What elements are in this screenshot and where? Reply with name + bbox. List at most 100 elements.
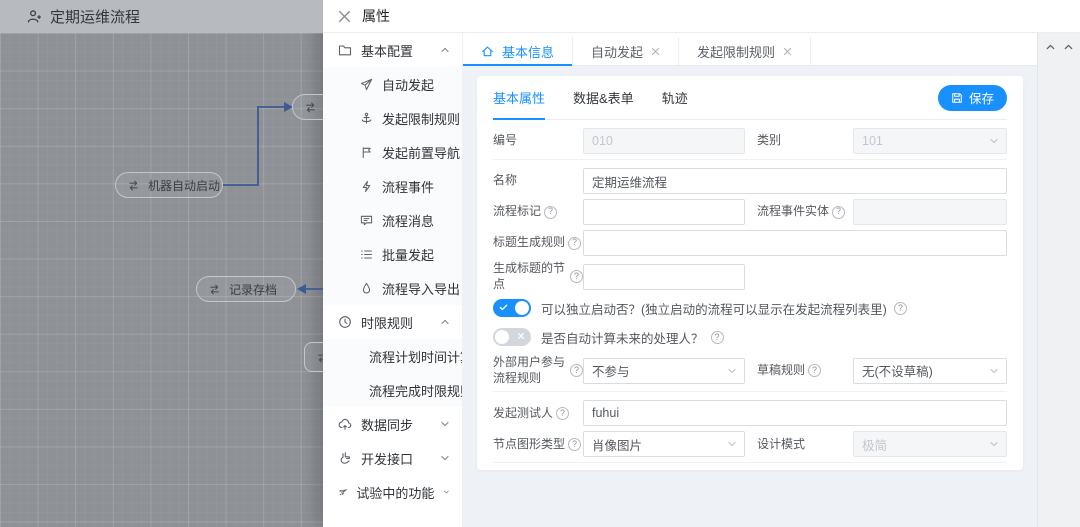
form-row-name: 名称 [493, 168, 1007, 194]
properties-menu: 基本配置 自动发起 发起限制规则 发起前置导航 [323, 33, 463, 527]
chevron-up-icon [440, 317, 450, 327]
lightning-icon [360, 180, 373, 193]
flow-canvas[interactable]: 定期运维流程 机器自动启动 记录存档 [0, 0, 323, 527]
tester-input[interactable] [583, 400, 1007, 426]
help-icon[interactable]: ? [570, 270, 583, 283]
droplet-icon [360, 282, 373, 295]
category-select-value[interactable] [853, 128, 1007, 154]
help-icon[interactable]: ? [570, 364, 583, 377]
send-icon [360, 78, 373, 91]
draft-rule-select-value[interactable] [853, 358, 1007, 384]
menu-subgroup-basic-config: 自动发起 发起限制规则 发起前置导航 流程事件 [323, 67, 462, 305]
divider [493, 159, 1007, 160]
help-icon[interactable]: ? [711, 331, 724, 344]
form-row-process-mark: 流程标记? 流程事件实体? [493, 199, 1007, 225]
menu-item-auto-initiate[interactable]: 自动发起 [323, 67, 462, 101]
form-row-title-rule: 标题生成规则? [493, 230, 1007, 256]
save-button[interactable]: 保存 [938, 85, 1007, 111]
menu-subgroup-time-limit-rules: 流程计划时间计算 流程完成时限规则 [323, 339, 462, 407]
help-icon[interactable]: ? [894, 302, 907, 315]
draft-rule-label: 草稿规则? [757, 363, 853, 379]
properties-drawer: 属性 基本配置 自动发起 发起限制规则 [323, 0, 1080, 527]
menu-item-process-completion-time-rules[interactable]: 流程完成时限规则 [323, 373, 462, 407]
title-node-input[interactable] [583, 264, 745, 290]
draft-rule-select[interactable] [853, 358, 1007, 384]
menu-item-initiate-restriction-rules[interactable]: 发起限制规则 [323, 101, 462, 135]
x-mark-icon [517, 332, 525, 340]
node-graphic-select[interactable] [583, 431, 745, 457]
clock-icon [338, 315, 352, 329]
api-icon [338, 451, 352, 465]
menu-group-dev-api[interactable]: 开发接口 [323, 441, 462, 475]
category-select[interactable] [853, 128, 1007, 154]
help-icon[interactable]: ? [832, 206, 845, 219]
tab-initiate-restriction-rules[interactable]: 发起限制规则 [679, 37, 811, 65]
name-input[interactable] [583, 168, 1007, 194]
tab-basic-info[interactable]: 基本信息 [463, 37, 573, 65]
external-user-select-value[interactable] [583, 358, 745, 384]
flow-node-icon [316, 351, 323, 364]
node-graphic-select-value[interactable] [583, 431, 745, 457]
flow-node-partial-bottom[interactable] [304, 342, 323, 372]
message-icon [360, 214, 373, 227]
flow-node-record-archive[interactable]: 记录存档 [196, 276, 296, 302]
form-row-tester: 发起测试人? [493, 400, 1007, 426]
tab-trajectory[interactable]: 轨迹 [662, 76, 688, 119]
form-row-auto-calc-toggle: 是否自动计算未来的处理人？ ? [493, 326, 1007, 348]
menu-item-initiate-pre-navigation[interactable]: 发起前置导航 [323, 135, 462, 169]
tester-label: 发起测试人? [493, 406, 583, 422]
menu-group-data-sync[interactable]: 数据同步 [323, 407, 462, 441]
form-row-independent-toggle: 可以独立启动否？(独立启动的流程可以显示在发起流程列表里) ? [493, 297, 1007, 319]
experiment-icon [338, 485, 347, 499]
flow-node-machine-auto-start[interactable]: 机器自动启动 [115, 172, 223, 198]
design-mode-select[interactable] [853, 431, 1007, 457]
menu-group-time-limit-rules[interactable]: 时限规则 [323, 305, 462, 339]
flow-node-icon [304, 101, 317, 114]
flag-icon [360, 146, 373, 159]
card-header: 基本属性 数据&表单 轨迹 保存 [493, 76, 1007, 120]
close-icon[interactable] [783, 47, 792, 56]
menu-group-basic-config[interactable]: 基本配置 [323, 33, 462, 67]
auto-calc-handler-toggle[interactable] [493, 328, 531, 346]
chevron-up-icon[interactable] [1063, 42, 1074, 52]
node-graphic-label: 节点图形类型? [493, 437, 583, 453]
help-icon[interactable]: ? [568, 237, 581, 250]
chevron-up-icon[interactable] [1045, 42, 1056, 52]
menu-item-process-planned-time-calc[interactable]: 流程计划时间计算 [323, 339, 462, 373]
process-event-entity-label: 流程事件实体? [757, 204, 853, 220]
tab-auto-initiate[interactable]: 自动发起 [573, 37, 679, 65]
flow-node-icon [127, 179, 140, 192]
close-icon[interactable] [338, 10, 351, 23]
form-row-title-node: 生成标题的节点? [493, 261, 1007, 292]
tab-data-forms[interactable]: 数据&表单 [573, 76, 634, 119]
menu-item-process-messages[interactable]: 流程消息 [323, 203, 462, 237]
form-row-external-user-draft: 外部用户参与流程规则? 草稿规则? [493, 355, 1007, 386]
process-event-entity-input[interactable] [853, 199, 1007, 225]
external-user-select[interactable] [583, 358, 745, 384]
independent-launch-toggle[interactable] [493, 299, 531, 317]
title-rule-input[interactable] [583, 230, 1007, 256]
flow-node-partial-top[interactable] [292, 94, 323, 120]
help-icon[interactable]: ? [544, 206, 557, 219]
auto-calc-toggle-label: 是否自动计算未来的处理人？ [541, 328, 704, 347]
save-icon [951, 92, 963, 104]
flow-node-label: 记录存档 [229, 281, 277, 298]
help-icon[interactable]: ? [556, 407, 569, 420]
process-mark-input[interactable] [583, 199, 745, 225]
title-node-label: 生成标题的节点? [493, 261, 583, 292]
flow-node-icon [208, 283, 221, 296]
menu-item-process-events[interactable]: 流程事件 [323, 169, 462, 203]
help-icon[interactable]: ? [808, 364, 821, 377]
close-icon[interactable] [651, 47, 660, 56]
menu-item-process-import-export[interactable]: 流程导入导出 [323, 271, 462, 305]
menu-item-batch-initiate[interactable]: 批量发起 [323, 237, 462, 271]
design-mode-select-value[interactable] [853, 431, 1007, 457]
help-icon[interactable]: ? [568, 438, 581, 451]
number-input[interactable] [583, 128, 745, 154]
tab-basic-attributes[interactable]: 基本属性 [493, 76, 545, 119]
canvas-title: 定期运维流程 [50, 6, 140, 27]
menu-group-experimental-features[interactable]: 试验中的功能 [323, 475, 462, 509]
form-row-node-graphic-design-mode: 节点图形类型? 设计模式 [493, 431, 1007, 457]
right-collapsed-strip [1037, 33, 1080, 527]
external-user-label: 外部用户参与流程规则? [493, 355, 583, 386]
